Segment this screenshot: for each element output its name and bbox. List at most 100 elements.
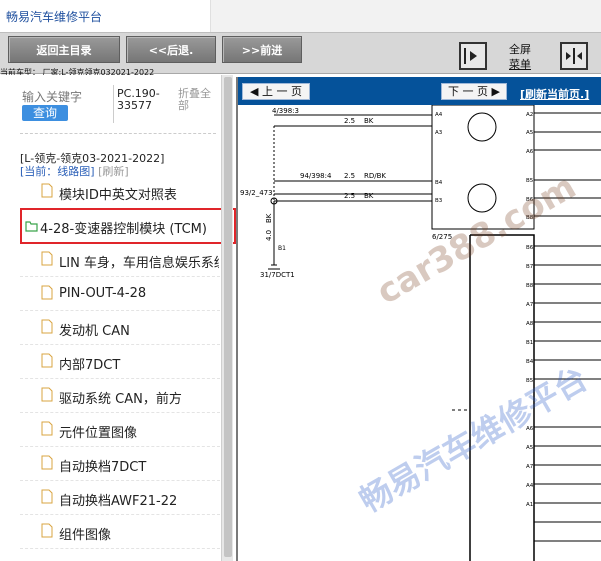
pin-label: B8: [526, 215, 534, 221]
tree-item[interactable]: 驱动系统 CAN，前方: [20, 379, 220, 413]
pager-bar: ◀ 上 一 页 下 一 页 ▶ [刷新当前页.]: [238, 77, 601, 105]
tree-item-label: PIN-OUT-4-28: [59, 286, 147, 301]
tree-item-label: 自动换档AWF21-22: [59, 494, 178, 509]
tree-item-label: 驱动系统 CAN，前方: [59, 392, 182, 407]
forward-button[interactable]: >>前进: [222, 36, 302, 63]
document-icon: [41, 455, 53, 470]
expand-panels-button[interactable]: [560, 42, 588, 70]
wire-color: RD/BK: [364, 172, 386, 180]
connector-terminal: [467, 112, 497, 142]
pin-label: A2: [526, 112, 533, 118]
document-icon: [41, 285, 53, 300]
tree-item-label: LIN 车身，车用信息娱乐系统: [59, 256, 219, 271]
previous-page-button[interactable]: ◀ 上 一 页: [242, 83, 310, 100]
wire-color: BK: [364, 117, 374, 125]
previous-page-label: 上 一 页: [261, 85, 302, 98]
fullscreen-menu-toggle[interactable]: 全屏 菜单: [500, 42, 540, 72]
pin-label: B8: [526, 283, 534, 289]
splice-label: 93/2_473: [240, 189, 273, 197]
open-folder-icon: [25, 221, 38, 232]
tree-item-label: 组件图像: [59, 528, 112, 543]
arrow-left-icon: ◀: [250, 85, 259, 98]
tree-item-label: 自动换档7DCT: [59, 460, 147, 475]
pin-label: A6: [526, 426, 534, 432]
wiring-diagram-panel: ◀ 上 一 页 下 一 页 ▶ [刷新当前页.] 4/398:3 2.5 BK …: [236, 77, 601, 561]
search-input[interactable]: 输入关键字: [22, 88, 82, 105]
menu-label: 菜单: [509, 58, 531, 71]
connector-box: [431, 105, 535, 230]
divider: [20, 133, 216, 134]
document-icon: [41, 387, 53, 402]
title-bar: 畅易汽车维修平台: [0, 0, 601, 32]
wire-color: BK: [265, 213, 273, 223]
tree-item[interactable]: 发动机 CAN: [20, 311, 220, 345]
tree-item[interactable]: 元件位置图像: [20, 413, 220, 447]
pin-label: A5: [526, 445, 534, 451]
fullscreen-label: 全屏: [509, 43, 531, 56]
tree-item[interactable]: 自动换档AWF21-22: [20, 481, 220, 515]
document-icon: [41, 421, 53, 436]
pin-label: A1: [526, 502, 533, 508]
pin-label: B5: [526, 178, 534, 184]
wire-color: BK: [364, 192, 374, 200]
wire-gauge: 2.5: [344, 172, 355, 180]
module-outline: [470, 234, 535, 561]
home-button[interactable]: 返回主目录: [8, 36, 120, 63]
document-icon: [41, 251, 53, 266]
pin-label: B4: [435, 180, 443, 186]
divider: [113, 85, 114, 123]
back-button[interactable]: <<后退.: [126, 36, 216, 63]
refresh-page-link[interactable]: [刷新当前页.]: [520, 86, 589, 102]
tree-item-label: 元件位置图像: [59, 426, 138, 441]
pin-label: B1: [278, 245, 286, 252]
pin-label: A7: [526, 464, 534, 470]
tree-item[interactable]: PIN-OUT-4-28: [20, 277, 220, 311]
tree-item[interactable]: 模块ID中英文对照表: [20, 175, 220, 209]
pin-label: B1: [526, 340, 533, 346]
pin-label: A4: [435, 112, 443, 118]
pin-label: A5: [526, 130, 534, 136]
wire-gauge: 2.5: [344, 117, 355, 125]
document-icon: [41, 489, 53, 504]
tree-item[interactable]: 内部7DCT: [20, 345, 220, 379]
pin-label: B5: [526, 378, 534, 384]
next-page-button[interactable]: 下 一 页 ▶: [441, 83, 507, 100]
document-icon: [41, 319, 53, 334]
title-bar-blank-area: [210, 0, 601, 32]
left-panel-scrollbar[interactable]: [221, 75, 233, 561]
pin-label: B6: [526, 245, 534, 251]
pin-label: B4: [526, 359, 534, 365]
wire-label: 94/398:4: [300, 172, 332, 180]
tree-item[interactable]: LIN 车身，车用信息娱乐系统: [20, 243, 220, 277]
pc-code: PC.190-33577: [117, 87, 160, 112]
pin-label: A4: [526, 483, 534, 489]
arrow-right-icon: ▶: [491, 85, 500, 98]
toolbar: 返回主目录 <<后退. >>前进 当前车型： 厂家:L-领克领克032021-2…: [0, 32, 601, 77]
document-icon: [41, 353, 53, 368]
tree-item[interactable]: 组件图像: [20, 515, 220, 549]
wire-gauge: 4.0: [265, 230, 273, 241]
tree-item-label: 发动机 CAN: [59, 324, 130, 339]
tree-item-label: 4-28-变速器控制模块 (TCM): [40, 222, 207, 237]
connector-terminal: [467, 183, 497, 213]
pin-label: B7: [526, 264, 534, 270]
pin-label: A3: [435, 130, 443, 136]
scrollbar-thumb[interactable]: [224, 77, 232, 557]
wire-label: 4/398:3: [272, 107, 299, 115]
search-button[interactable]: 查询: [22, 105, 68, 121]
pin-label: B3: [435, 198, 443, 204]
tree-item-label: 内部7DCT: [59, 358, 121, 373]
connector-label: 6/275: [432, 233, 452, 241]
ground-label: 31/7DCT1: [260, 271, 295, 279]
pin-label: A8: [526, 321, 534, 327]
app-title: 畅易汽车维修平台: [6, 10, 103, 24]
collapse-all-link[interactable]: 折叠全部: [178, 88, 218, 112]
wiring-diagram: 4/398:3 2.5 BK 94/398:4 2.5 RD/BK 2.5 BK…: [240, 105, 601, 561]
tree-item-selected[interactable]: 4-28-变速器控制模块 (TCM): [20, 208, 236, 244]
pin-label: B6: [526, 197, 534, 203]
document-icon: [41, 183, 53, 198]
split-arrows-icon: [566, 48, 582, 64]
collapse-left-button[interactable]: [459, 42, 487, 70]
tree-item[interactable]: 自动换档7DCT: [20, 447, 220, 481]
pin-label: A7: [526, 302, 534, 308]
